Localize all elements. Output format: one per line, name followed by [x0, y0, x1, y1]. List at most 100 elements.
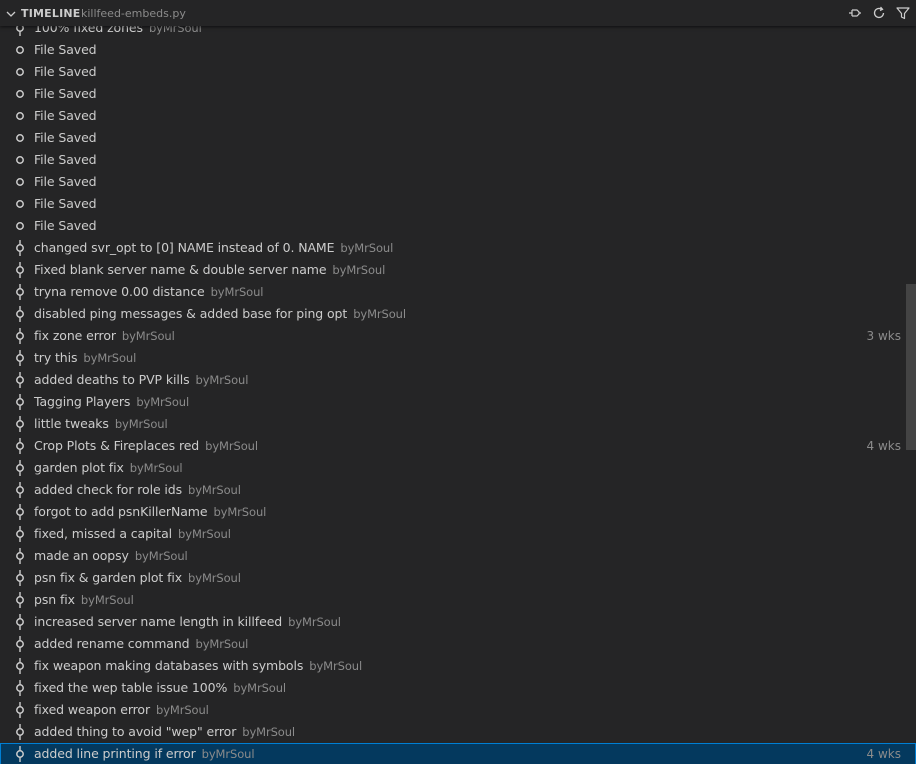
file-name: killfeed-embeds.py — [81, 7, 186, 20]
timeline-item-commit[interactable]: tryna remove 0.00 distance byMrSoul — [0, 281, 916, 303]
timeline-item-commit[interactable]: garden plot fix byMrSoul — [0, 457, 916, 479]
git-commit-icon — [13, 372, 27, 388]
timeline-item-commit[interactable]: psn fix byMrSoul — [0, 589, 916, 611]
item-title: try this — [34, 350, 78, 365]
timeline-item-commit[interactable]: added deaths to PVP kills byMrSoul — [0, 369, 916, 391]
timeline-header[interactable]: TIMELINE killfeed-embeds.py — [0, 0, 916, 26]
item-title: File Saved — [34, 64, 97, 79]
timeline-item-file-saved[interactable]: File Saved — [0, 171, 916, 193]
git-commit-icon — [13, 680, 27, 696]
timeline-item-commit[interactable]: Crop Plots & Fireplaces red byMrSoul 4 wks — [0, 435, 916, 457]
item-author: byMrSoul — [156, 703, 209, 717]
timeline-item-commit[interactable]: increased server name length in killfeed… — [0, 611, 916, 633]
item-title: garden plot fix — [34, 460, 124, 475]
timeline-item-file-saved[interactable]: File Saved — [0, 105, 916, 127]
git-commit-icon — [13, 614, 27, 630]
git-commit-icon — [13, 240, 27, 256]
item-author: byMrSoul — [340, 241, 394, 255]
timeline-item-label: added check for role ids byMrSoul — [34, 479, 241, 501]
item-age: 3 wks — [866, 329, 901, 343]
timeline-item-commit[interactable]: fixed weapon error byMrSoul — [0, 699, 916, 721]
git-commit-icon — [13, 746, 27, 762]
circle-outline-icon — [13, 42, 27, 58]
item-title: psn fix & garden plot fix — [34, 570, 183, 585]
item-age: 4 wks — [866, 439, 901, 453]
timeline-item-label: fix weapon making databases with symbols… — [34, 655, 362, 677]
timeline-item-label: garden plot fix byMrSoul — [34, 457, 183, 479]
timeline-item-commit[interactable]: fix weapon making databases with symbols… — [0, 655, 916, 677]
scrollbar-thumb[interactable] — [906, 284, 916, 450]
item-author: byMrSoul — [121, 329, 175, 343]
git-commit-icon — [13, 306, 27, 322]
timeline-item-label: psn fix & garden plot fix byMrSoul — [34, 567, 241, 589]
item-author: byMrSoul — [188, 571, 241, 585]
timeline-item-label: disabled ping messages & added base for … — [34, 303, 406, 325]
timeline-item-label: added thing to avoid "wep" error byMrSoul — [34, 721, 295, 743]
git-commit-icon — [13, 262, 27, 278]
item-author: byMrSoul — [201, 747, 255, 761]
timeline-item-commit[interactable]: disabled ping messages & added base for … — [0, 303, 916, 325]
timeline-item-commit[interactable]: Tagging Players byMrSoul — [0, 391, 916, 413]
timeline-item-commit[interactable]: added line printing if error byMrSoul 4 wk… — [0, 743, 916, 764]
item-title: File Saved — [34, 218, 97, 233]
timeline-item-commit[interactable]: fixed the wep table issue 100% byMrSoul — [0, 677, 916, 699]
pin-icon[interactable] — [847, 5, 863, 21]
timeline-item-file-saved[interactable]: File Saved — [0, 83, 916, 105]
git-commit-icon — [13, 724, 27, 740]
git-commit-icon — [13, 548, 27, 564]
timeline-item-file-saved[interactable]: File Saved — [0, 149, 916, 171]
timeline-panel: 100% fixed zones byMrSoul File Saved File S… — [0, 0, 916, 764]
timeline-item-commit[interactable]: added thing to avoid "wep" error byMrSoul — [0, 721, 916, 743]
timeline-item-commit[interactable]: added rename command byMrSoul — [0, 633, 916, 655]
timeline-item-commit[interactable]: fix zone error byMrSoul 3 wks — [0, 325, 916, 347]
timeline-item-commit[interactable]: added check for role ids byMrSoul — [0, 479, 916, 501]
timeline-item-file-saved[interactable]: File Saved — [0, 39, 916, 61]
git-commit-icon — [13, 702, 27, 718]
git-commit-icon — [13, 394, 27, 410]
timeline-item-label: fixed, missed a capital byMrSoul — [34, 523, 231, 545]
timeline-item-label: File Saved — [34, 171, 97, 193]
timeline-item-file-saved[interactable]: File Saved — [0, 193, 916, 215]
circle-outline-icon — [13, 130, 27, 146]
timeline-item-commit[interactable]: changed svr_opt to [0] NAME instead of 0… — [0, 237, 916, 259]
circle-outline-icon — [13, 152, 27, 168]
item-title: File Saved — [34, 108, 97, 123]
timeline-item-commit[interactable]: psn fix & garden plot fix byMrSoul — [0, 567, 916, 589]
timeline-item-file-saved[interactable]: File Saved — [0, 127, 916, 149]
item-author: byMrSoul — [213, 505, 267, 519]
item-author: byMrSoul — [242, 725, 296, 739]
item-age: 4 wks — [866, 747, 901, 761]
circle-outline-icon — [13, 64, 27, 80]
item-title: added rename command — [34, 636, 190, 651]
timeline-item-file-saved[interactable]: File Saved — [0, 215, 916, 237]
item-title: added deaths to PVP kills — [34, 372, 190, 387]
item-title: Tagging Players — [34, 394, 131, 409]
circle-outline-icon — [13, 108, 27, 124]
timeline-item-commit[interactable]: little tweaks byMrSoul — [0, 413, 916, 435]
item-title: added thing to avoid "wep" error — [34, 724, 237, 739]
item-author: byMrSoul — [134, 549, 188, 563]
item-title: fixed, missed a capital — [34, 526, 173, 541]
timeline-list: 100% fixed zones byMrSoul File Saved File S… — [0, 17, 916, 764]
item-title: fix zone error — [34, 328, 116, 343]
timeline-item-file-saved[interactable]: File Saved — [0, 61, 916, 83]
timeline-item-commit[interactable]: Fixed blank server name & double server … — [0, 259, 916, 281]
filter-icon[interactable] — [895, 5, 911, 21]
item-title: File Saved — [34, 152, 97, 167]
item-author: byMrSoul — [114, 417, 168, 431]
chevron-down-icon[interactable] — [4, 6, 18, 20]
item-title: fixed the wep table issue 100% — [34, 680, 228, 695]
timeline-item-commit[interactable]: forgot to add psnKillerName byMrSoul — [0, 501, 916, 523]
circle-outline-icon — [13, 196, 27, 212]
git-commit-icon — [13, 482, 27, 498]
timeline-item-commit[interactable]: try this byMrSoul — [0, 347, 916, 369]
item-title: fixed weapon error — [34, 702, 150, 717]
item-title: disabled ping messages & added base for … — [34, 306, 348, 321]
circle-outline-icon — [13, 174, 27, 190]
refresh-icon[interactable] — [871, 5, 887, 21]
timeline-item-commit[interactable]: made an oopsy byMrSoul — [0, 545, 916, 567]
timeline-item-label: increased server name length in killfeed… — [34, 611, 341, 633]
item-title: forgot to add psnKillerName — [34, 504, 208, 519]
timeline-item-commit[interactable]: fixed, missed a capital byMrSoul — [0, 523, 916, 545]
item-title: Fixed blank server name & double server … — [34, 262, 327, 277]
